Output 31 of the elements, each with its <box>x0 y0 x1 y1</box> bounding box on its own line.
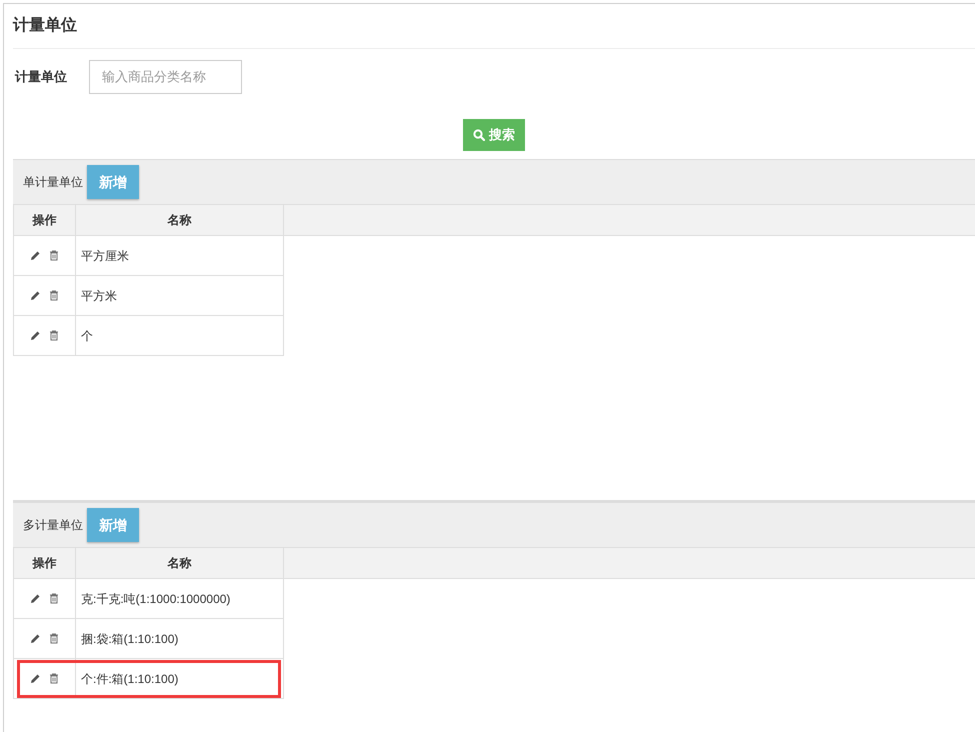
pencil-icon[interactable] <box>30 290 41 301</box>
column-header: 操作 <box>14 548 76 578</box>
pencil-icon[interactable] <box>30 673 41 684</box>
page-title: 计量单位 <box>13 16 77 36</box>
search-icon <box>473 129 485 141</box>
table-cell-text: 个 <box>80 328 94 344</box>
table-cell-text: 个:件:箱(1:10:100) <box>80 670 180 688</box>
pencil-icon[interactable] <box>30 593 41 604</box>
section-title: 单计量单位 <box>23 174 83 191</box>
column-header: 名称 <box>76 205 284 235</box>
trash-icon[interactable] <box>49 593 59 604</box>
pencil-icon[interactable] <box>30 250 41 261</box>
table-cell-text: 捆:袋:箱(1:10:100) <box>80 630 180 648</box>
add-button[interactable]: 新增 <box>87 508 139 542</box>
pencil-icon[interactable] <box>30 330 41 341</box>
trash-icon[interactable] <box>49 633 59 644</box>
filter-label: 计量单位 <box>15 68 68 86</box>
column-header: 操作 <box>14 205 76 235</box>
add-button[interactable]: 新增 <box>87 165 139 199</box>
search-button[interactable]: 搜索 <box>463 119 525 151</box>
trash-icon[interactable] <box>49 673 59 684</box>
trash-icon[interactable] <box>49 290 59 301</box>
table-cell-text: 平方米 <box>80 288 118 304</box>
table-cell-text: 克:千克:吨(1:1000:1000000) <box>80 590 232 608</box>
trash-icon[interactable] <box>49 250 59 261</box>
search-field[interactable]: 输入商品分类名称 <box>89 60 242 94</box>
trash-icon[interactable] <box>49 330 59 341</box>
column-header: 名称 <box>76 548 284 578</box>
pencil-icon[interactable] <box>30 633 41 644</box>
section-title: 多计量单位 <box>23 517 83 534</box>
table-cell-text: 平方厘米 <box>80 248 130 264</box>
